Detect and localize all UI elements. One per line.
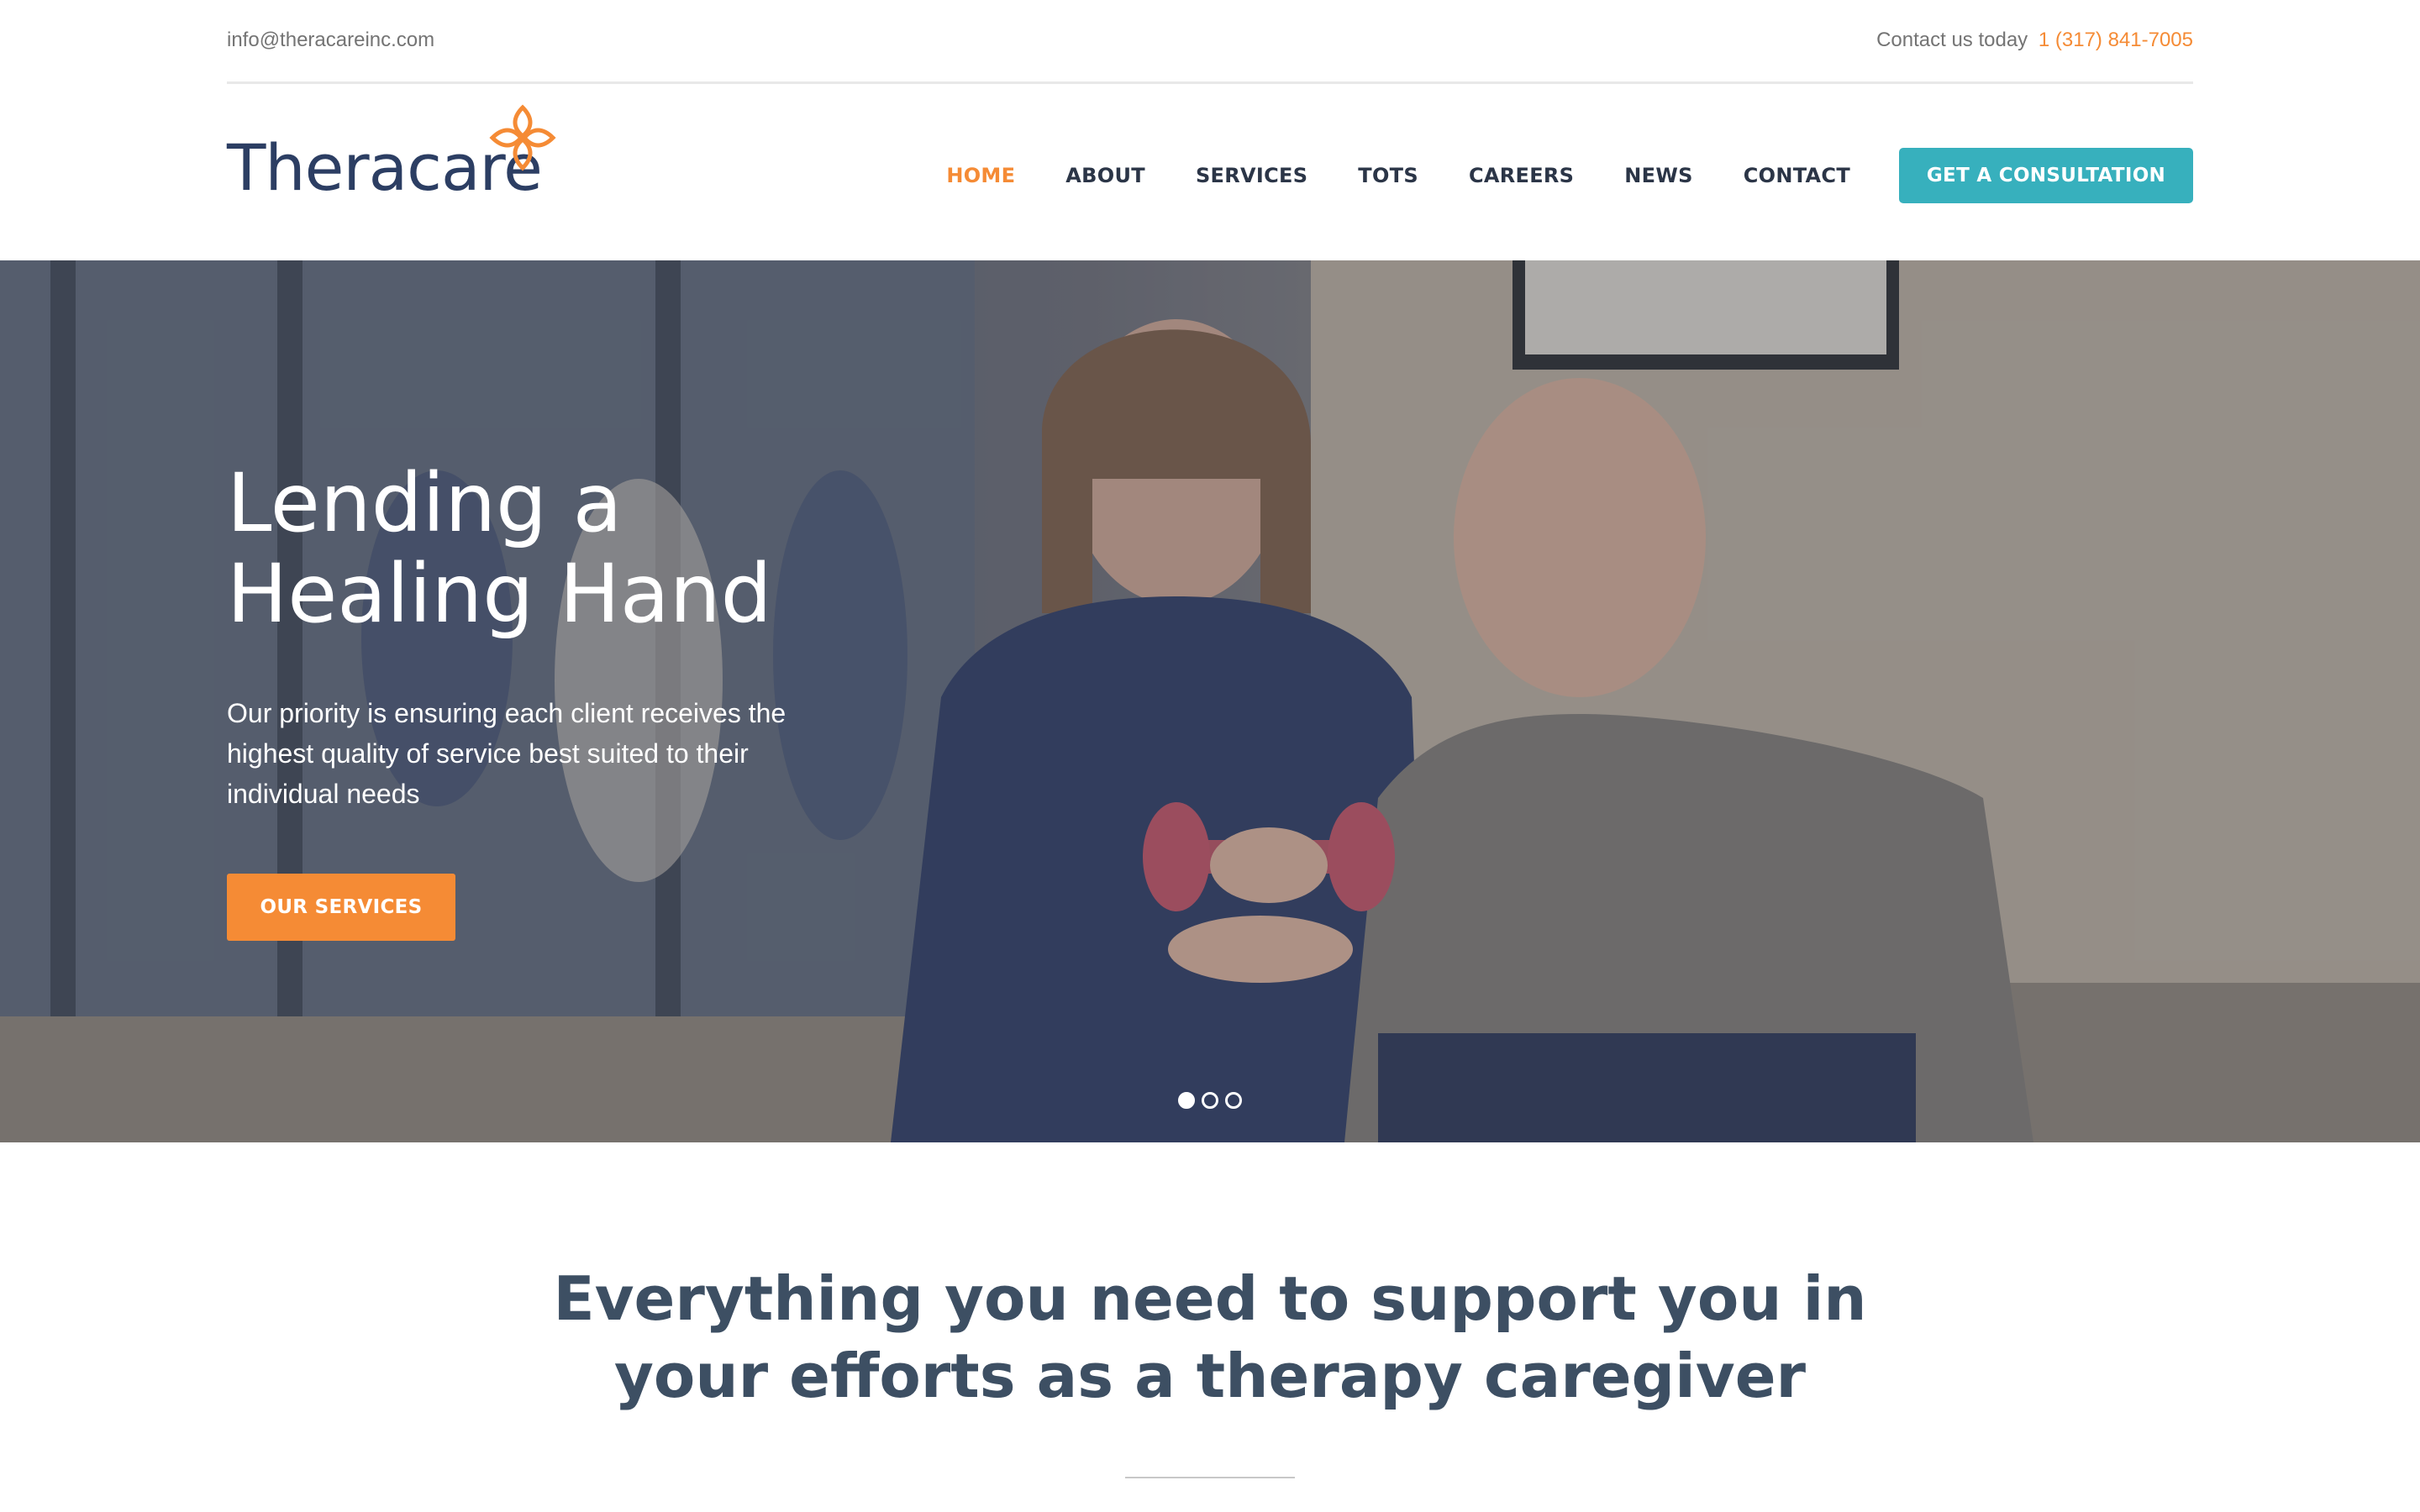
section-heading-line-1: Everything you need to support you in [553, 1263, 1867, 1334]
hero-slider: Lending a Healing Hand Our priority is e… [0, 260, 2420, 1142]
nav-about[interactable]: ABOUT [1065, 164, 1145, 187]
section-heading-line-2: your efforts as a therapy caregiver [613, 1341, 1807, 1411]
nav-news[interactable]: NEWS [1624, 164, 1692, 187]
contact-label: Contact us today [1876, 29, 2028, 51]
site-header: Theracare HOME ABOUT SERVICES TOTS CAREE… [0, 84, 2420, 260]
hero-description: Our priority is ensuring each client rec… [227, 698, 786, 809]
nav-services[interactable]: SERVICES [1196, 164, 1307, 187]
nav-contact[interactable]: CONTACT [1744, 164, 1850, 187]
get-consultation-button[interactable]: GET A CONSULTATION [1899, 148, 2193, 203]
nav-home[interactable]: HOME [946, 164, 1015, 187]
slider-pagination [1178, 1092, 1249, 1109]
hero-title-line-1: Lending a [227, 456, 623, 550]
hero-title: Lending a Healing Hand [227, 458, 1067, 639]
section-heading: Everything you need to support you in yo… [0, 1260, 2420, 1415]
main-nav: HOME ABOUT SERVICES TOTS CAREERS NEWS CO… [946, 148, 2193, 203]
nav-tots[interactable]: TOTS [1358, 164, 1418, 187]
our-services-button[interactable]: OUR SERVICES [227, 874, 455, 941]
logo-mark-icon [489, 104, 556, 171]
hero-title-line-2: Healing Hand [227, 547, 772, 641]
phone-link[interactable]: 1 (317) 841-7005 [2039, 29, 2193, 51]
contact-phone-block: Contact us today 1 (317) 841-7005 [1876, 29, 2193, 52]
nav-careers[interactable]: CAREERS [1469, 164, 1574, 187]
slide-dot-2[interactable] [1202, 1092, 1218, 1109]
section-divider [1125, 1477, 1295, 1478]
logo[interactable]: Theracare [227, 104, 563, 200]
contact-email-link[interactable]: info@theracareinc.com [227, 29, 434, 52]
slide-dot-1[interactable] [1178, 1092, 1195, 1109]
slide-dot-3[interactable] [1225, 1092, 1242, 1109]
top-bar: info@theracareinc.com Contact us today 1… [227, 0, 2193, 84]
